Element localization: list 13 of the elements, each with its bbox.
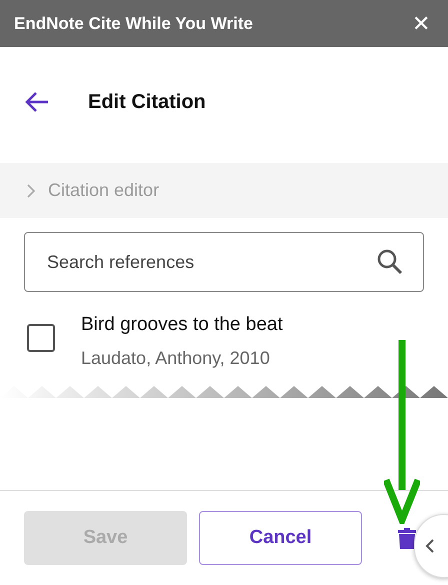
checkbox[interactable] (27, 324, 55, 352)
search-icon (377, 249, 403, 275)
delete-button[interactable] (398, 527, 416, 549)
window-title: EndNote Cite While You Write (14, 14, 253, 34)
trash-icon (398, 527, 416, 549)
reference-authors: Laudato, Anthony, 2010 (81, 348, 271, 369)
chevron-icon (26, 184, 36, 198)
close-button[interactable]: ✕ (408, 10, 434, 36)
page-title: Edit Citation (88, 90, 206, 114)
search-field[interactable]: Search references (24, 232, 424, 292)
reference-title: Bird grooves to the beat (81, 314, 283, 336)
chevron-icon (425, 538, 435, 554)
cancel-button[interactable]: Cancel (199, 511, 362, 565)
